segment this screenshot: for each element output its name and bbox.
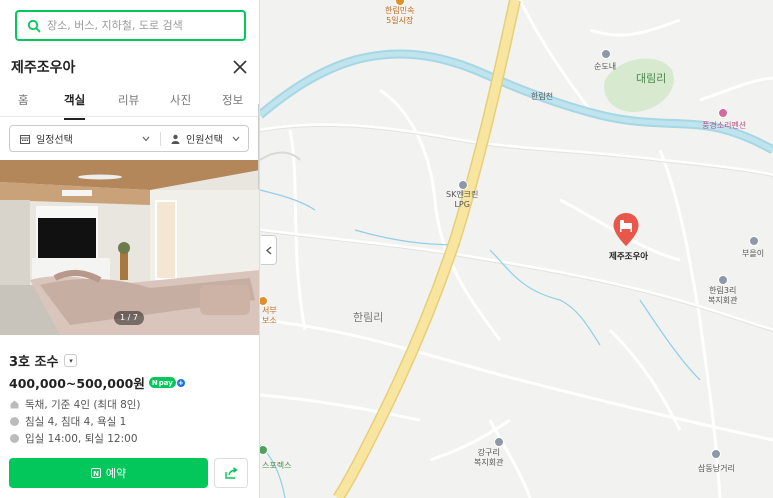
place-title: 제주조우아	[11, 60, 76, 76]
map-label-seobu[interactable]: 서부 보소	[262, 306, 277, 326]
clock-icon	[10, 434, 19, 443]
gangguri-hall-icon[interactable]	[494, 437, 504, 447]
search-input[interactable]	[47, 19, 227, 32]
hallim3-hall-icon[interactable]	[718, 275, 728, 285]
map-view[interactable]	[260, 0, 773, 498]
room-name: 3호 조수 ▾	[9, 351, 78, 370]
map-label-hallim3[interactable]: 한림3리 복지회관	[708, 286, 737, 306]
search-icon	[27, 19, 41, 32]
map-label-hallimri: 한림리	[353, 311, 384, 324]
map-label-sports[interactable]: 스포렉스	[262, 460, 291, 471]
room-info-beds: 침실 4, 침대 4, 욕실 1	[10, 414, 126, 429]
river-inner	[260, 51, 773, 153]
tab-home[interactable]: 홈	[18, 92, 29, 108]
room-price-text: 400,000~500,000원	[9, 376, 145, 391]
filter-bar: 일정선택 인원선택	[9, 125, 249, 152]
minor-roads	[260, 0, 773, 498]
map-label-gangguri[interactable]: 강구리 복지회관	[474, 448, 503, 468]
map-label-daerimri: 대림리	[636, 72, 667, 85]
place-marker-icon[interactable]	[612, 212, 640, 248]
chevron-down-icon	[232, 136, 240, 141]
chevron-left-icon	[265, 246, 271, 254]
map-label-market[interactable]: 한림민속 5일시장	[385, 6, 414, 26]
share-icon	[224, 467, 238, 479]
photo-counter: 1 / 7	[114, 311, 144, 325]
gas-station-icon[interactable]	[458, 180, 468, 190]
guests-select-label: 인원선택	[186, 135, 223, 146]
tab-rooms[interactable]: 객실	[64, 92, 86, 120]
tab-info[interactable]: 정보	[222, 92, 243, 108]
npay-plus-icon: +	[176, 378, 185, 387]
map-label-bureum[interactable]: 부을이	[742, 248, 764, 259]
search-box[interactable]	[15, 10, 246, 41]
map-label-pension[interactable]: 풍경소리펜션	[702, 120, 746, 131]
map-label-sundonae[interactable]: 순도내	[594, 61, 616, 72]
map-label-samdong[interactable]: 삼동낭거리	[698, 463, 735, 474]
room-info-type: 독채, 기준 4인 (최대 8인)	[10, 397, 141, 412]
share-button[interactable]	[214, 458, 248, 488]
reserve-button-label: 예약	[105, 467, 127, 480]
tab-photos[interactable]: 사진	[170, 92, 191, 108]
map-label-marker[interactable]: 제주조우아	[609, 250, 648, 262]
place-panel: 제주조우아 홈 객실 리뷰 사진 정보 일정선택 인원선택	[0, 0, 260, 498]
room-info-beds-text: 침실 4, 침대 4, 욕실 1	[25, 416, 127, 428]
guests-select[interactable]: 인원선택	[161, 126, 248, 151]
reserve-button[interactable]: N 예약	[9, 458, 208, 488]
bed-icon	[10, 417, 19, 426]
person-icon	[171, 134, 180, 144]
room-info-checkin: 입실 14:00, 퇴실 12:00	[10, 431, 138, 446]
app-root: 제주조우아 홈 객실 리뷰 사진 정보 일정선택 인원선택	[0, 0, 773, 498]
room-photo[interactable]	[0, 160, 259, 335]
room-info-checkin-text: 입실 14:00, 퇴실 12:00	[25, 433, 138, 445]
house-icon	[10, 400, 19, 409]
map-label-sk[interactable]: SK엔크린 LPG	[446, 190, 478, 210]
chevron-down-icon	[142, 136, 150, 141]
tab-reviews[interactable]: 리뷰	[118, 92, 139, 108]
date-select[interactable]: 일정선택	[10, 126, 160, 151]
room-photo-image	[0, 160, 259, 335]
room-price: 400,000~500,000원 Npay +	[9, 373, 185, 392]
close-icon[interactable]	[231, 58, 249, 76]
bureum-icon[interactable]	[749, 236, 759, 246]
samdong-icon[interactable]	[711, 449, 721, 459]
map-canvas	[260, 0, 773, 498]
npay-badge: Npay	[148, 377, 176, 388]
room-info-type-text: 독채, 기준 4인 (최대 8인)	[25, 399, 141, 411]
sundonae-icon[interactable]	[601, 49, 611, 59]
pension-icon[interactable]	[718, 108, 728, 118]
svg-text:N: N	[93, 470, 99, 478]
tab-bar: 홈 객실 리뷰 사진 정보	[0, 87, 259, 120]
naver-booking-icon: N	[90, 468, 101, 478]
room-name-text: 3호 조수	[9, 355, 59, 370]
calendar-icon	[20, 134, 30, 144]
npay-badge-label: pay	[158, 378, 173, 387]
map-label-hallimcheon: 한림천	[531, 92, 554, 101]
date-select-label: 일정선택	[36, 135, 73, 146]
room-dropdown-button[interactable]: ▾	[64, 354, 78, 367]
panel-collapse-button[interactable]	[261, 235, 277, 265]
